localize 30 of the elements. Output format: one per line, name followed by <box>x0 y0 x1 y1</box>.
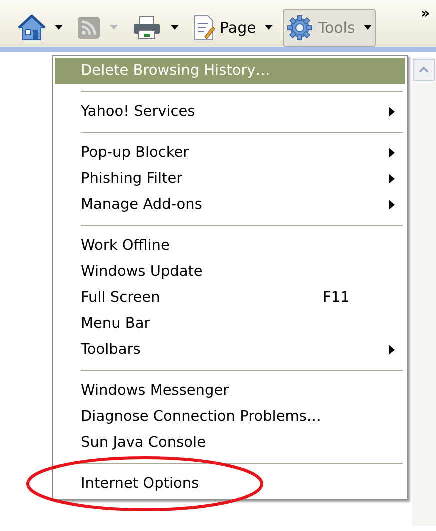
page-button[interactable]: Page <box>189 8 278 46</box>
feed-icon <box>77 16 101 40</box>
toolbar-overflow-chevron[interactable]: » <box>420 6 430 22</box>
menu-item[interactable]: Internet Options <box>55 471 405 497</box>
caret-icon <box>110 25 118 30</box>
menu-item[interactable]: Toolbars <box>55 337 405 363</box>
caret-icon <box>171 25 179 30</box>
menu-item[interactable]: Full Screen F11 <box>55 285 405 311</box>
page-icon <box>193 14 215 40</box>
menu-item[interactable]: Windows Update <box>55 259 405 285</box>
menu-item[interactable]: Pop-up Blocker <box>55 140 405 166</box>
menu-item[interactable]: Phishing Filter <box>55 166 405 192</box>
caret-icon <box>55 25 63 30</box>
menu-item[interactable]: Diagnose Connection Problems… <box>55 404 405 430</box>
menu-item[interactable]: Menu Bar <box>55 311 405 337</box>
submenu-arrow-icon <box>389 174 395 184</box>
menu-item[interactable]: Yahoo! Services <box>55 99 405 125</box>
caret-icon <box>364 25 372 30</box>
printer-icon <box>132 16 162 40</box>
submenu-arrow-icon <box>389 345 395 355</box>
house-icon <box>18 14 46 40</box>
submenu-arrow-icon <box>389 107 395 117</box>
submenu-arrow-icon <box>389 200 395 210</box>
menu-item[interactable]: Work Offline <box>55 233 405 259</box>
menu-item[interactable]: Sun Java Console <box>55 430 405 456</box>
menu-item[interactable]: Manage Add-ons <box>55 192 405 218</box>
gear-icon <box>287 14 314 40</box>
menu-item[interactable]: Windows Messenger <box>55 378 405 404</box>
caret-icon <box>265 25 274 30</box>
submenu-arrow-icon <box>389 148 395 158</box>
